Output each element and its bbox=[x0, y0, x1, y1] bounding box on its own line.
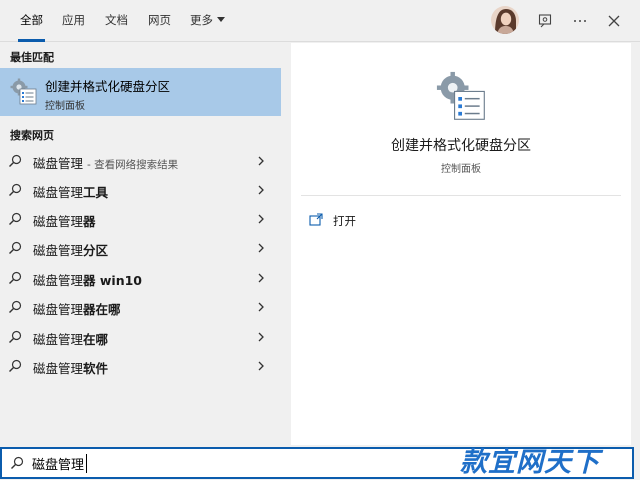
result-hint: - 查看网络搜索结果 bbox=[87, 159, 179, 171]
tab-apps[interactable]: 应用 bbox=[62, 0, 85, 42]
tab-all[interactable]: 全部 bbox=[18, 0, 45, 42]
search-icon bbox=[9, 300, 22, 313]
result-query: 磁盘管理 bbox=[33, 243, 84, 258]
detail-panel: 创建并格式化硬盘分区 控制面板 打开 bbox=[291, 43, 631, 445]
search-icon bbox=[9, 154, 22, 167]
result-suggestion: 软件 bbox=[83, 361, 109, 376]
web-result-row[interactable]: 磁盘管理工具 bbox=[0, 176, 281, 205]
search-icon bbox=[9, 271, 22, 284]
best-match-title: 创建并格式化硬盘分区 bbox=[45, 79, 171, 94]
web-result-row[interactable]: 磁盘管理软件 bbox=[0, 352, 281, 381]
search-top-bar: 全部 应用 文档 网页 更多 bbox=[0, 0, 640, 42]
web-result-label: 磁盘管理 - 查看网络搜索结果 bbox=[33, 153, 178, 172]
close-icon[interactable] bbox=[601, 8, 627, 34]
web-result-row[interactable]: 磁盘管理在哪 bbox=[0, 323, 281, 352]
result-suggestion: 工具 bbox=[83, 185, 109, 200]
result-suggestion: 器 win10 bbox=[83, 273, 142, 288]
search-icon bbox=[9, 183, 22, 196]
feedback-icon[interactable] bbox=[532, 8, 558, 34]
search-icon bbox=[11, 456, 24, 469]
web-result-row[interactable]: 磁盘管理器 win10 bbox=[0, 264, 281, 293]
detail-title: 创建并格式化硬盘分区 bbox=[391, 138, 531, 154]
more-options-icon[interactable] bbox=[567, 8, 593, 34]
results-panel: 最佳匹配 创建并格式化硬盘分区 控制面板 搜索网页 磁盘管理 - 查看网络搜索结果 bbox=[0, 43, 281, 445]
best-match-heading: 最佳匹配 bbox=[10, 51, 54, 64]
web-result-row[interactable]: 磁盘管理分区 bbox=[0, 234, 281, 263]
chevron-down-icon bbox=[217, 17, 225, 22]
avatar[interactable] bbox=[491, 6, 519, 34]
result-suggestion: 在哪 bbox=[83, 332, 109, 347]
web-search-heading: 搜索网页 bbox=[10, 129, 54, 142]
web-result-label: 磁盘管理分区 bbox=[33, 240, 108, 259]
web-result-label: 磁盘管理软件 bbox=[33, 358, 108, 377]
result-query: 磁盘管理 bbox=[33, 302, 84, 317]
best-match-subtitle: 控制面板 bbox=[45, 101, 85, 112]
web-result-row[interactable]: 磁盘管理器 bbox=[0, 205, 281, 234]
detail-subtitle: 控制面板 bbox=[441, 164, 481, 175]
tab-web[interactable]: 网页 bbox=[148, 0, 171, 42]
web-result-label: 磁盘管理器在哪 bbox=[33, 299, 121, 318]
result-query: 磁盘管理 bbox=[33, 361, 84, 376]
result-suggestion: 器在哪 bbox=[83, 302, 121, 317]
tab-more[interactable]: 更多 bbox=[190, 0, 225, 42]
search-icon bbox=[9, 359, 22, 372]
result-query: 磁盘管理 bbox=[33, 214, 84, 229]
search-icon bbox=[9, 212, 22, 225]
text-caret bbox=[86, 454, 87, 473]
result-query: 磁盘管理 bbox=[33, 273, 84, 288]
disk-management-icon bbox=[436, 71, 488, 123]
chevron-right-icon[interactable] bbox=[256, 185, 266, 195]
tab-documents[interactable]: 文档 bbox=[105, 0, 128, 42]
web-result-row[interactable]: 磁盘管理器在哪 bbox=[0, 293, 281, 322]
chevron-right-icon[interactable] bbox=[256, 156, 266, 166]
web-result-label: 磁盘管理工具 bbox=[33, 182, 108, 201]
search-icon bbox=[9, 241, 22, 254]
chevron-right-icon[interactable] bbox=[256, 214, 266, 224]
search-input[interactable] bbox=[32, 452, 412, 474]
web-result-row[interactable]: 磁盘管理 - 查看网络搜索结果 bbox=[0, 147, 281, 176]
web-result-label: 磁盘管理器 bbox=[33, 211, 96, 230]
result-suggestion: 分区 bbox=[83, 243, 109, 258]
divider bbox=[301, 195, 621, 196]
open-window-icon bbox=[309, 213, 323, 226]
chevron-right-icon[interactable] bbox=[256, 332, 266, 342]
result-query: 磁盘管理 bbox=[33, 185, 84, 200]
result-suggestion: 器 bbox=[83, 214, 96, 229]
chevron-right-icon[interactable] bbox=[256, 243, 266, 253]
best-match-item[interactable]: 创建并格式化硬盘分区 控制面板 bbox=[0, 68, 281, 116]
watermark-logo: 款宜网天下 bbox=[460, 447, 600, 478]
chevron-right-icon[interactable] bbox=[256, 361, 266, 371]
web-result-label: 磁盘管理器 win10 bbox=[33, 270, 142, 289]
result-query: 磁盘管理 bbox=[33, 332, 84, 347]
web-result-label: 磁盘管理在哪 bbox=[33, 329, 108, 348]
result-query: 磁盘管理 bbox=[33, 156, 84, 171]
search-icon bbox=[9, 330, 22, 343]
chevron-right-icon[interactable] bbox=[256, 302, 266, 312]
open-action-label: 打开 bbox=[333, 214, 356, 228]
disk-management-icon bbox=[10, 78, 38, 106]
tab-more-label: 更多 bbox=[190, 13, 213, 27]
chevron-right-icon[interactable] bbox=[256, 273, 266, 283]
